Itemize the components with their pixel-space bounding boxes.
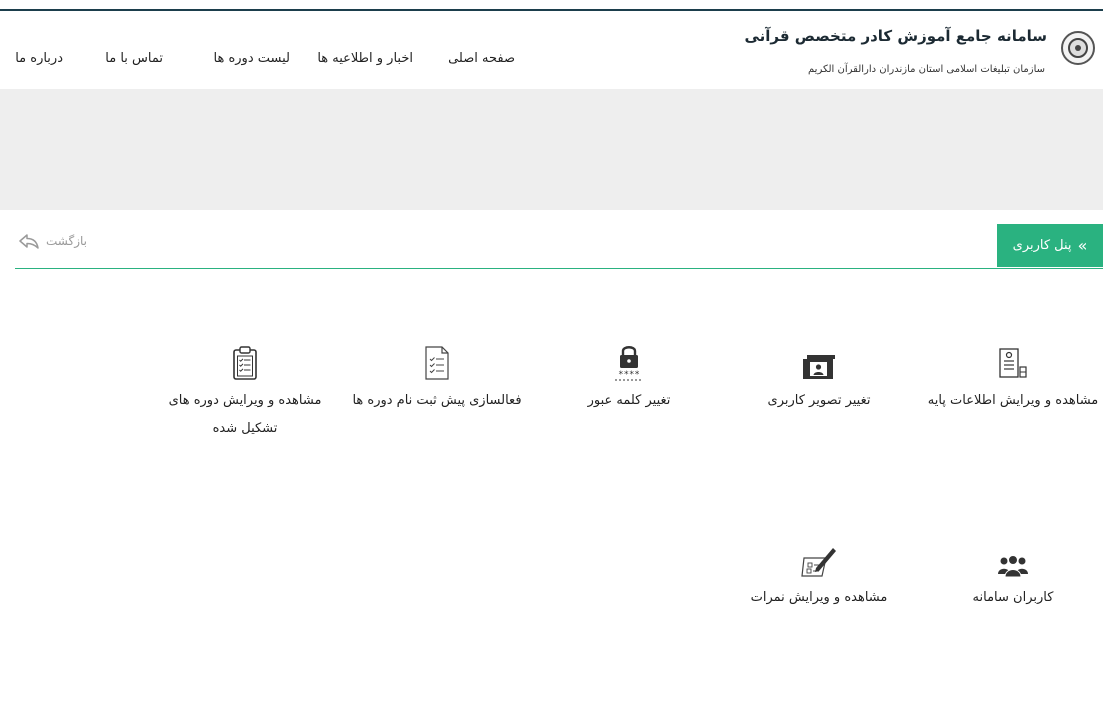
- tile-label: مشاهده و ویرایش اطلاعات پایه: [927, 393, 1099, 408]
- nav-about[interactable]: درباره ما: [15, 51, 63, 66]
- double-chevron-icon: »: [1077, 235, 1088, 255]
- user-picture-icon: [729, 335, 909, 381]
- nav-home[interactable]: صفحه اصلی: [448, 51, 515, 66]
- clipboard-checklist-icon: [155, 335, 335, 381]
- tile-label: مشاهده و ویرایش نمرات: [750, 590, 888, 605]
- site-logo[interactable]: [1061, 31, 1095, 65]
- tile-system-users[interactable]: کاربران سامانه: [923, 532, 1103, 612]
- back-button[interactable]: بازگشت: [18, 233, 87, 249]
- tile-label: فعالسازی پیش ثبت نام دوره ها: [352, 393, 522, 408]
- tile-label: تغییر تصویر کاربری: [767, 393, 871, 408]
- checklist-document-icon: [347, 335, 527, 381]
- profile-document-icon: [923, 335, 1103, 381]
- panel-divider: [15, 268, 1103, 269]
- nav-contact[interactable]: تماس با ما: [105, 51, 163, 66]
- back-arrow-icon: [18, 233, 40, 249]
- nav-news[interactable]: اخبار و اطلاعیه ها: [317, 51, 413, 66]
- password-lock-icon: ****: [539, 335, 719, 381]
- site-header: سامانه جامع آموزش کادر متخصص قرآنی سازما…: [0, 11, 1103, 89]
- tile-edit-grades[interactable]: مشاهده و ویرایش نمرات: [729, 532, 909, 612]
- back-label: بازگشت: [46, 234, 87, 248]
- tile-label: مشاهده و ویرایش دوره های تشکیل شده: [168, 393, 322, 436]
- emblem-icon: [1068, 38, 1088, 58]
- user-panel-tab[interactable]: » پنل کاربری: [997, 224, 1103, 267]
- tile-edit-basic-info[interactable]: مشاهده و ویرایش اطلاعات پایه: [923, 335, 1103, 415]
- site-title[interactable]: سامانه جامع آموزش کادر متخصص قرآنی: [744, 27, 1047, 45]
- banner-area: [0, 89, 1103, 210]
- svg-text:****: ****: [618, 370, 640, 380]
- user-panel-label: پنل کاربری: [1012, 238, 1072, 253]
- users-group-icon: [923, 532, 1103, 578]
- site-subtitle: سازمان تبلیغات اسلامی استان مازندران دار…: [808, 64, 1045, 75]
- tile-activate-preregistration[interactable]: فعالسازی پیش ثبت نام دوره ها: [347, 335, 527, 415]
- tile-edit-formed-courses[interactable]: مشاهده و ویرایش دوره های تشکیل شده: [155, 335, 335, 443]
- tile-change-password[interactable]: **** تغییر کلمه عبور: [539, 335, 719, 415]
- nav-courses[interactable]: لیست دوره ها: [214, 51, 290, 66]
- top-accent-line: [0, 0, 1103, 11]
- edit-grades-icon: [729, 532, 909, 578]
- tile-label: تغییر کلمه عبور: [587, 393, 671, 408]
- tile-change-user-picture[interactable]: تغییر تصویر کاربری: [729, 335, 909, 415]
- tile-label: کاربران سامانه: [972, 590, 1054, 605]
